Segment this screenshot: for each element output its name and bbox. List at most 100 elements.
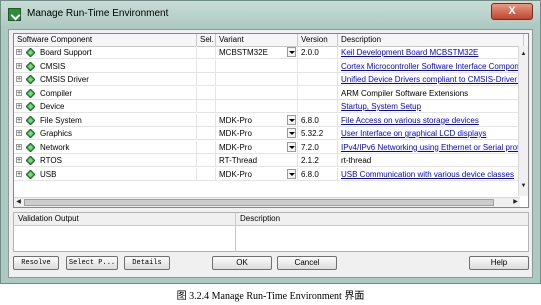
expand-icon[interactable]: + <box>16 157 22 164</box>
select-packs-button[interactable]: Select P... <box>66 256 118 270</box>
description-cell[interactable]: IPv4/IPv6 Networking using Ethernet or S… <box>338 140 524 154</box>
table-row[interactable]: + CMSIS Cortex Microcontroller Software … <box>14 59 524 73</box>
component-cell[interactable]: + Graphics <box>14 127 197 140</box>
header-variant[interactable]: Variant <box>216 34 298 46</box>
description-cell[interactable]: File Access on various storage devices <box>338 113 524 127</box>
expand-icon[interactable]: + <box>16 116 22 124</box>
validation-splitter[interactable] <box>235 213 236 251</box>
description-link[interactable]: Keil Development Board MCBSTM32E <box>341 48 478 57</box>
sel-cell[interactable] <box>197 167 216 181</box>
description-link[interactable]: USB Communication with various device cl… <box>341 170 514 179</box>
header-sel[interactable]: Sel. <box>197 34 216 46</box>
description-link[interactable]: User Interface on graphical LCD displays <box>341 129 486 138</box>
component-gem-icon <box>26 156 35 165</box>
component-gem-icon <box>26 142 35 152</box>
variant-cell[interactable]: MCBSTM32E <box>216 46 298 59</box>
table-row[interactable]: + USB MDK-Pro 6.8.0 USB Communication wi… <box>14 167 524 181</box>
component-cell[interactable]: + Network <box>14 140 197 154</box>
component-cell[interactable]: + CMSIS <box>14 59 197 73</box>
horizontal-scrollbar[interactable]: ◀ ▶ <box>14 197 520 207</box>
description-link[interactable]: Cortex Microcontroller Software Interfac… <box>341 62 523 71</box>
ok-button[interactable]: OK <box>212 256 272 270</box>
component-cell[interactable]: + CMSIS Driver <box>14 73 197 86</box>
sel-cell[interactable] <box>197 154 216 167</box>
variant-dropdown-icon[interactable] <box>287 128 296 138</box>
description-cell[interactable]: Startup, System Setup <box>338 100 524 113</box>
details-button[interactable]: Details <box>124 256 170 270</box>
table-row[interactable]: + RTOS RT-Thread 2.1.2 rt-thread <box>14 154 524 167</box>
sel-cell[interactable] <box>197 113 216 127</box>
component-cell[interactable]: + USB <box>14 167 197 181</box>
sel-cell[interactable] <box>197 46 216 59</box>
description-cell[interactable]: Unified Device Drivers compliant to CMSI… <box>338 73 524 86</box>
header-software-component[interactable]: Software Component <box>14 34 197 46</box>
scroll-right-icon[interactable]: ▶ <box>511 198 520 207</box>
expand-icon[interactable]: + <box>16 62 22 70</box>
variant-cell[interactable]: MDK-Pro <box>216 167 298 181</box>
sel-cell[interactable] <box>197 100 216 113</box>
table-row[interactable]: + Device Startup, System Setup <box>14 100 524 113</box>
description-link[interactable]: IPv4/IPv6 Networking using Ethernet or S… <box>341 143 523 152</box>
variant-dropdown-icon[interactable] <box>287 141 296 152</box>
sel-cell[interactable] <box>197 140 216 154</box>
component-cell[interactable]: + File System <box>14 113 197 127</box>
description-link[interactable]: Startup, System Setup <box>341 102 421 111</box>
component-cell[interactable]: + Compiler <box>14 86 197 100</box>
description-link[interactable]: File Access on various storage devices <box>341 116 479 125</box>
description-text: ARM Compiler Software Extensions <box>341 88 469 98</box>
description-cell[interactable]: Cortex Microcontroller Software Interfac… <box>338 59 524 73</box>
scroll-up-icon[interactable]: ▲ <box>519 50 528 59</box>
description-cell[interactable]: USB Communication with various device cl… <box>338 167 524 181</box>
sel-cell[interactable] <box>197 86 216 100</box>
header-version[interactable]: Version <box>298 34 338 46</box>
variant-cell <box>216 73 298 86</box>
description-cell[interactable]: Keil Development Board MCBSTM32E <box>338 46 524 59</box>
scroll-left-icon[interactable]: ◀ <box>14 198 23 207</box>
resolve-button[interactable]: Resolve <box>13 256 59 270</box>
table-row[interactable]: + Compiler ARM Compiler Software Extensi… <box>14 86 524 100</box>
component-cell[interactable]: + Board Support <box>14 46 197 59</box>
variant-cell[interactable]: MDK-Pro <box>216 140 298 154</box>
sel-cell[interactable] <box>197 73 216 86</box>
component-gem-icon <box>26 61 35 71</box>
expand-icon[interactable]: + <box>16 89 22 97</box>
table-row[interactable]: + File System MDK-Pro 6.8.0 File Access … <box>14 113 524 127</box>
table-row[interactable]: + Board Support MCBSTM32E 2.0.0 Keil Dev… <box>14 46 524 59</box>
version-cell <box>298 86 338 100</box>
title-bar[interactable]: Manage Run-Time Environment X <box>1 1 540 27</box>
version-cell <box>298 73 338 86</box>
sel-cell[interactable] <box>197 127 216 140</box>
scroll-down-icon[interactable]: ▼ <box>519 182 528 191</box>
table-row[interactable]: + Graphics MDK-Pro 5.32.2 User Interface… <box>14 127 524 140</box>
component-cell[interactable]: + RTOS <box>14 154 197 167</box>
vertical-scrollbar[interactable]: ▲ ▼ <box>518 46 528 196</box>
variant-dropdown-icon[interactable] <box>287 168 296 179</box>
help-button[interactable]: Help <box>469 256 529 270</box>
component-grid: Software Component Sel. Variant Version … <box>13 33 529 208</box>
expand-icon[interactable]: + <box>16 143 22 151</box>
expand-icon[interactable]: + <box>16 170 22 178</box>
horizontal-scroll-thumb[interactable] <box>24 199 494 206</box>
version-value: 6.8.0 <box>301 115 319 125</box>
component-cell[interactable]: + Device <box>14 100 197 113</box>
component-gem-icon <box>26 169 35 179</box>
variant-dropdown-icon[interactable] <box>287 114 296 125</box>
expand-icon[interactable]: + <box>16 49 22 56</box>
table-row[interactable]: + Network MDK-Pro 7.2.0 IPv4/IPv6 Networ… <box>14 140 524 154</box>
cancel-button[interactable]: Cancel <box>277 256 337 270</box>
expand-icon[interactable]: + <box>16 103 22 110</box>
close-button[interactable]: X <box>491 3 533 20</box>
expand-icon[interactable]: + <box>16 130 22 137</box>
description-cell[interactable]: User Interface on graphical LCD displays <box>338 127 524 140</box>
expand-icon[interactable]: + <box>16 76 22 83</box>
sel-cell[interactable] <box>197 59 216 73</box>
component-name: CMSIS Driver <box>40 75 89 84</box>
header-description[interactable]: Description <box>338 34 524 46</box>
table-row[interactable]: + CMSIS Driver Unified Device Drivers co… <box>14 73 524 86</box>
variant-dropdown-icon[interactable] <box>287 47 296 57</box>
variant-cell[interactable]: MDK-Pro <box>216 113 298 127</box>
variant-cell[interactable]: MDK-Pro <box>216 127 298 140</box>
version-value: 7.2.0 <box>301 142 319 152</box>
version-value: 2.1.2 <box>301 156 319 165</box>
description-link[interactable]: Unified Device Drivers compliant to CMSI… <box>341 75 523 84</box>
